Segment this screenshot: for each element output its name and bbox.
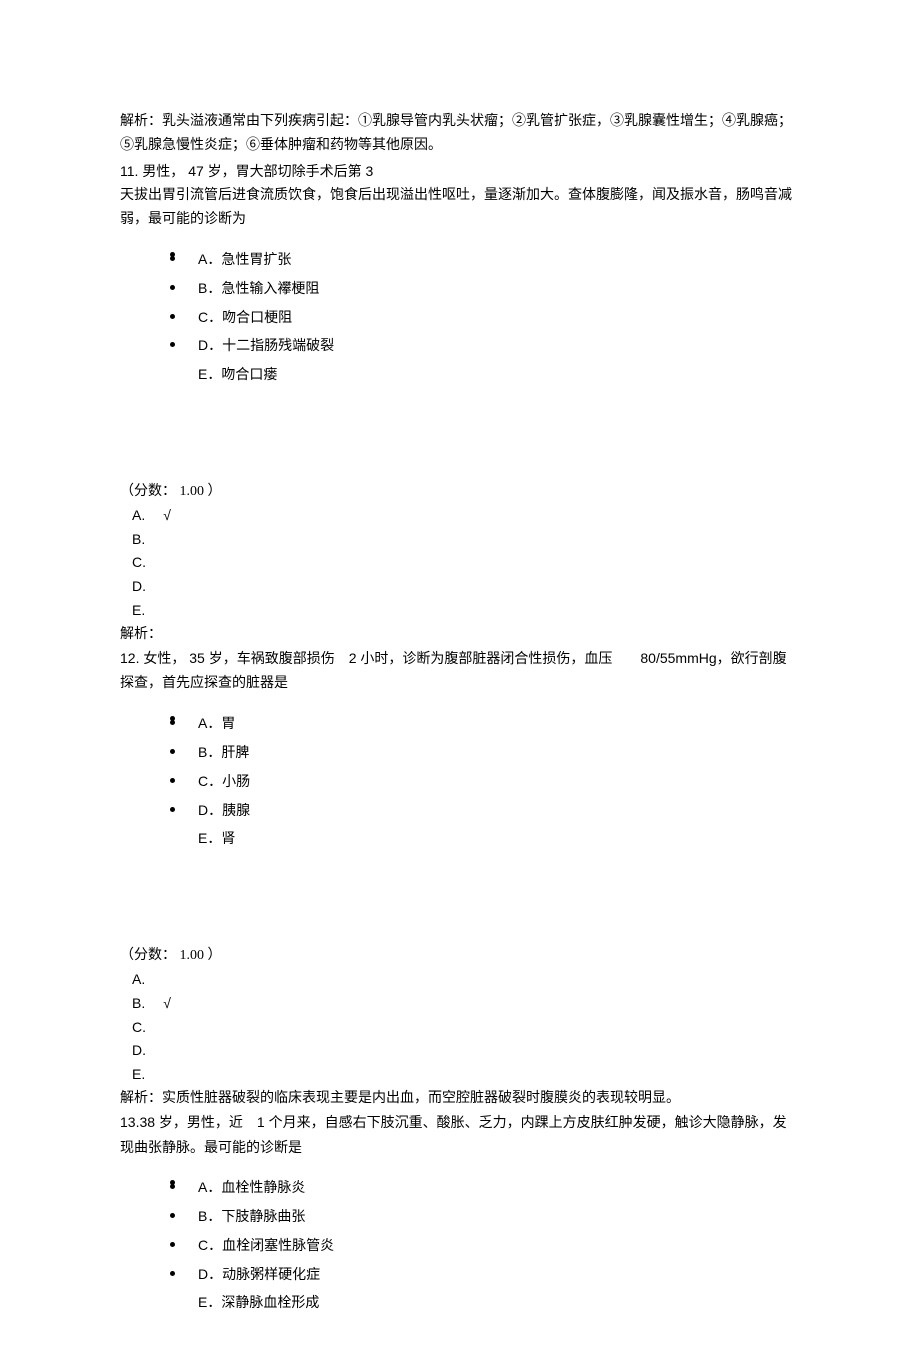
q12-answer-b: B.√ bbox=[120, 992, 800, 1016]
q11-option-a: A．急性胃扩张 bbox=[170, 246, 800, 275]
q11-answer-b: B. bbox=[120, 528, 800, 552]
q12-option-a: A．胃 bbox=[170, 710, 800, 739]
check-icon: √ bbox=[163, 995, 171, 1011]
q11-options: A．急性胃扩张 B．急性输入襻梗阻 C．吻合口梗阻 D．十二指肠残端破裂 E．吻… bbox=[170, 242, 800, 390]
analysis-text: 解析：乳头溢液通常由下列疾病引起：①乳腺导管内乳头状瘤；②乳管扩张症，③乳腺囊性… bbox=[120, 110, 800, 158]
check-icon: √ bbox=[163, 507, 171, 523]
q13-option-d: D．动脉粥样硬化症 bbox=[170, 1261, 800, 1290]
q12-option-d: D．胰腺 bbox=[170, 797, 800, 826]
q13-options: A．血栓性静脉炎 B．下肢静脉曲张 C．血栓闭塞性脉管炎 D．动脉粥样硬化症 E… bbox=[170, 1170, 800, 1318]
q12-option-b: B．肝脾 bbox=[170, 739, 800, 768]
q13-option-c: C．血栓闭塞性脉管炎 bbox=[170, 1232, 800, 1261]
q12-answer-c: C. bbox=[120, 1016, 800, 1040]
q11-option-d: D．十二指肠残端破裂 bbox=[170, 332, 800, 361]
q11-stem-line1: 11. 男性， 47 岁，胃大部切除手术后第 3 bbox=[120, 160, 800, 185]
q12-analysis: 解析：实质性脏器破裂的临床表现主要是内出血，而空腔脏器破裂时腹膜炎的表现较明显。 bbox=[120, 1087, 800, 1111]
q12-answer-a: A. bbox=[120, 968, 800, 992]
q11-score-block: （分数： 1.00 ） A.√ B. C. D. E. bbox=[120, 480, 800, 623]
q12-stem: 12. 女性， 35 岁，车祸致腹部损伤 2 小时，诊断为腹部脏器闭合性损伤，血… bbox=[120, 647, 800, 697]
q13-option-a: A．血栓性静脉炎 bbox=[170, 1174, 800, 1203]
q11-score-label: （分数： 1.00 ） bbox=[120, 480, 800, 504]
q12-score-label: （分数： 1.00 ） bbox=[120, 944, 800, 968]
q11-stem-line2: 天拔出胃引流管后进食流质饮食，饱食后出现溢出性呕吐，量逐渐加大。查体腹膨隆，闻及… bbox=[120, 184, 800, 232]
q12-option-e: E．肾 bbox=[170, 825, 800, 854]
q11-answer-a: A.√ bbox=[120, 504, 800, 528]
q12-option-c: C．小肠 bbox=[170, 768, 800, 797]
q11-option-b: B．急性输入襻梗阻 bbox=[170, 275, 800, 304]
q11-answer-d: D. bbox=[120, 575, 800, 599]
q12-answer-e: E. bbox=[120, 1063, 800, 1087]
q11-option-e: E．吻合口瘘 bbox=[170, 361, 800, 390]
q12-options: A．胃 B．肝脾 C．小肠 D．胰腺 E．肾 bbox=[170, 706, 800, 854]
q11-option-c: C．吻合口梗阻 bbox=[170, 304, 800, 333]
q13-stem: 13.38 岁，男性，近 1 个月来，自感右下肢沉重、酸胀、乏力，内踝上方皮肤红… bbox=[120, 1111, 800, 1161]
q11-analysis: 解析： bbox=[120, 623, 800, 647]
q13-option-e: E．深静脉血栓形成 bbox=[170, 1289, 800, 1318]
q11-answer-e: E. bbox=[120, 599, 800, 623]
q12-answer-d: D. bbox=[120, 1039, 800, 1063]
q13-option-b: B．下肢静脉曲张 bbox=[170, 1203, 800, 1232]
q12-score-block: （分数： 1.00 ） A. B.√ C. D. E. bbox=[120, 944, 800, 1087]
q11-answer-c: C. bbox=[120, 551, 800, 575]
